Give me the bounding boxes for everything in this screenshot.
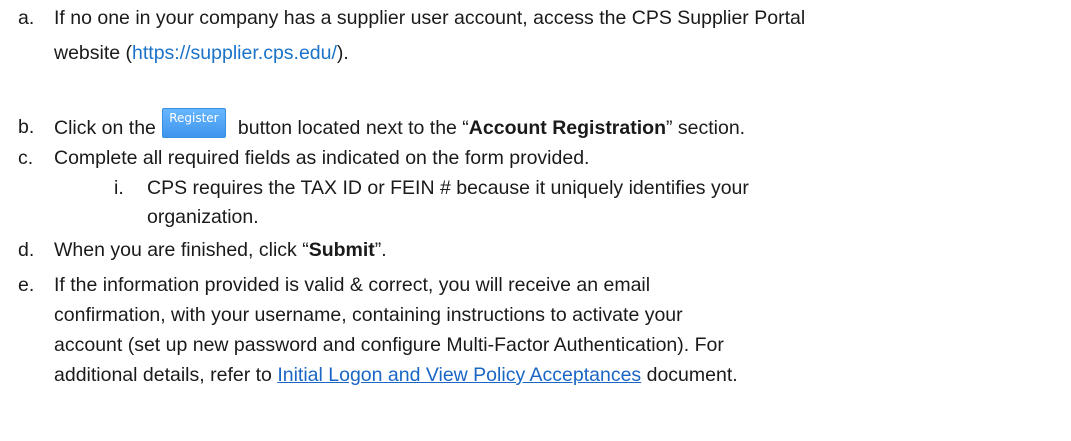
text-fragment: button located next to the “	[237, 117, 469, 140]
text-fragment: Click on the	[54, 117, 156, 140]
supplier-portal-link[interactable]: https://supplier.cps.edu/	[132, 42, 337, 64]
list-item-text: confirmation, with your username, contai…	[54, 304, 683, 326]
list-marker: a.	[18, 7, 35, 29]
register-button[interactable]: Register	[161, 108, 226, 138]
list-item-text: CPS requires the TAX ID or FEIN # becaus…	[147, 177, 749, 199]
bold-term: Submit	[308, 239, 375, 261]
list-item-text: organization.	[147, 206, 259, 228]
list-item-text: account (set up new password and configu…	[54, 334, 724, 356]
text-fragment: additional details, refer to	[54, 364, 278, 386]
instruction-list: a. If no one in your company has a suppl…	[0, 0, 1071, 441]
text-fragment: When you are finished, click “	[54, 239, 309, 261]
text-fragment: website (	[54, 42, 133, 64]
list-marker: e.	[18, 274, 35, 296]
initial-logon-doc-link[interactable]: Initial Logon and View Policy Acceptance…	[277, 364, 641, 386]
list-marker: c.	[18, 147, 34, 169]
text-fragment: ).	[336, 42, 349, 64]
list-item-text: Complete all required fields as indicate…	[54, 147, 590, 169]
text-fragment: ”.	[374, 239, 387, 261]
text-fragment: document.	[641, 364, 738, 386]
bold-term: Account Registration	[468, 117, 666, 140]
text-fragment: ” section.	[665, 117, 746, 140]
list-item-text: If no one in your company has a supplier…	[54, 7, 806, 29]
list-marker: d.	[18, 239, 35, 261]
list-marker: i.	[114, 177, 124, 199]
list-item-text: If the information provided is valid & c…	[54, 274, 651, 296]
list-marker: b.	[18, 116, 35, 138]
